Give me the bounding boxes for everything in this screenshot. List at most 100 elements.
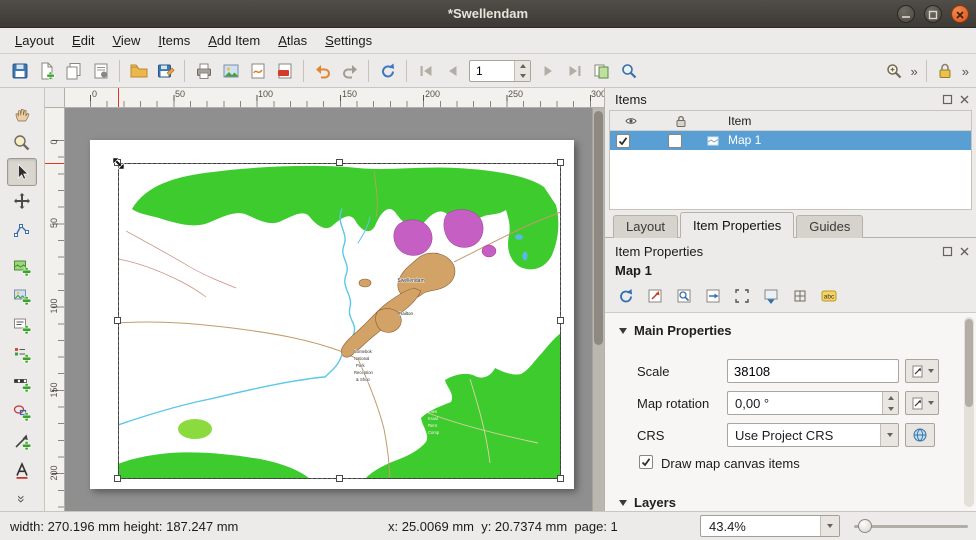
- scrollbar-thumb[interactable]: [594, 111, 603, 345]
- refresh-preview-button[interactable]: [613, 284, 639, 307]
- tab-layout[interactable]: Layout: [613, 215, 678, 238]
- scrollbar-thumb[interactable]: [965, 319, 973, 407]
- atlas-last-button[interactable]: [561, 57, 588, 84]
- extent-corners-button[interactable]: [729, 284, 755, 307]
- resize-handle-n[interactable]: [336, 159, 343, 166]
- atlas-first-button[interactable]: [412, 57, 439, 84]
- rotation-spin-buttons[interactable]: [882, 392, 898, 414]
- move-content-tool[interactable]: [7, 187, 37, 215]
- pan-tool[interactable]: [7, 100, 37, 128]
- open-layout-button[interactable]: [125, 57, 152, 84]
- refresh-view-button[interactable]: [374, 57, 401, 84]
- map-item[interactable]: Swellendam Railton Bontebok National Par…: [118, 163, 561, 479]
- resize-handle-ne[interactable]: [557, 159, 564, 166]
- left-toolbar-overflow-chevron[interactable]: »: [14, 495, 30, 503]
- atlas-page-input[interactable]: [470, 61, 514, 81]
- export-pdf-button[interactable]: [271, 57, 298, 84]
- add-html-frame-tool[interactable]: [7, 456, 37, 484]
- duplicate-layout-button[interactable]: [60, 57, 87, 84]
- set-scale-to-canvas-button[interactable]: [700, 284, 726, 307]
- set-extent-to-canvas-button[interactable]: [642, 284, 668, 307]
- view-extent-in-canvas-button[interactable]: [671, 284, 697, 307]
- export-svg-button[interactable]: [244, 57, 271, 84]
- labeling-settings-button[interactable]: abc: [816, 284, 842, 307]
- properties-panel-close-button[interactable]: [958, 245, 971, 258]
- atlas-page-spin[interactable]: [514, 61, 530, 81]
- rotation-data-defined-button[interactable]: [905, 391, 939, 415]
- lock-layers-button[interactable]: [932, 58, 959, 85]
- scale-input[interactable]: [728, 360, 898, 382]
- resize-handle-sw[interactable]: [114, 475, 121, 482]
- minimize-button[interactable]: [897, 5, 915, 23]
- add-legend-tool[interactable]: [7, 340, 37, 368]
- menu-view[interactable]: View: [103, 29, 149, 52]
- atlas-next-button[interactable]: [534, 57, 561, 84]
- zoom-dropdown-button[interactable]: [820, 516, 839, 536]
- zoom-in-button[interactable]: [881, 58, 908, 85]
- save-as-button[interactable]: [152, 57, 179, 84]
- new-layout-button[interactable]: [33, 57, 60, 84]
- items-panel-float-button[interactable]: [941, 93, 954, 106]
- crs-combobox[interactable]: Use Project CRS: [727, 423, 899, 447]
- scale-field[interactable]: [727, 359, 899, 383]
- zoom-slider[interactable]: [854, 525, 968, 528]
- menu-edit[interactable]: Edit: [63, 29, 103, 52]
- add-arrow-tool[interactable]: [7, 427, 37, 455]
- zoom-slider-handle[interactable]: [858, 519, 872, 533]
- canvas-vertical-scrollbar[interactable]: [592, 108, 604, 511]
- properties-scrollbar[interactable]: [964, 317, 974, 507]
- atlas-preview-button[interactable]: [615, 57, 642, 84]
- resize-handle-w[interactable]: [114, 317, 121, 324]
- panels-overflow-chevron[interactable]: »: [959, 64, 972, 79]
- resize-handle-s[interactable]: [336, 475, 343, 482]
- layout-manager-button[interactable]: [87, 57, 114, 84]
- layers-section-header[interactable]: Layers: [619, 495, 676, 510]
- items-panel-close-button[interactable]: [958, 93, 971, 106]
- add-map-tool[interactable]: [7, 253, 37, 281]
- zoom-overflow-chevron[interactable]: »: [908, 64, 921, 79]
- layout-canvas[interactable]: Swellendam Railton Bontebok National Par…: [65, 108, 604, 511]
- save-project-button[interactable]: [6, 57, 33, 84]
- menu-atlas[interactable]: Atlas: [269, 29, 316, 52]
- add-label-tool[interactable]: [7, 311, 37, 339]
- zoom-tool[interactable]: [7, 129, 37, 157]
- grid-settings-button[interactable]: [787, 284, 813, 307]
- zoom-tool-icon: [12, 133, 32, 153]
- add-image-tool[interactable]: [7, 282, 37, 310]
- scale-data-defined-button[interactable]: [905, 359, 939, 383]
- farm-label-line: Rent: [428, 423, 438, 428]
- close-button[interactable]: [951, 5, 969, 23]
- crs-dropdown-button[interactable]: [880, 424, 898, 446]
- zoom-level-combobox[interactable]: 43.4%: [700, 515, 840, 537]
- main-properties-section-header[interactable]: Main Properties: [619, 323, 732, 338]
- redo-button[interactable]: [336, 57, 363, 84]
- export-image-button[interactable]: [217, 57, 244, 84]
- resize-handle-e[interactable]: [557, 317, 564, 324]
- atlas-previous-button[interactable]: [439, 57, 466, 84]
- atlas-settings-button[interactable]: [588, 57, 615, 84]
- item-lock-checkbox[interactable]: [668, 134, 682, 148]
- menu-add-item[interactable]: Add Item: [199, 29, 269, 52]
- add-scalebar-tool[interactable]: [7, 369, 37, 397]
- add-shape-tool[interactable]: [7, 398, 37, 426]
- resize-handle-se[interactable]: [557, 475, 564, 482]
- undo-button[interactable]: [309, 57, 336, 84]
- select-crs-button[interactable]: [905, 423, 935, 447]
- item-row-map1[interactable]: Map 1: [610, 131, 971, 150]
- print-button[interactable]: [190, 57, 217, 84]
- menu-items[interactable]: Items: [149, 29, 199, 52]
- tab-guides[interactable]: Guides: [796, 215, 863, 238]
- atlas-preview-icon: [619, 61, 639, 81]
- rotation-spinbox[interactable]: 0,00 °: [727, 391, 899, 415]
- menu-layout[interactable]: Layout: [6, 29, 63, 52]
- interactive-extent-button[interactable]: [758, 284, 784, 307]
- properties-panel-float-button[interactable]: [941, 245, 954, 258]
- menu-settings[interactable]: Settings: [316, 29, 381, 52]
- edit-nodes-tool[interactable]: [7, 216, 37, 244]
- atlas-page-field[interactable]: [469, 60, 531, 82]
- select-move-item-tool[interactable]: [7, 158, 37, 186]
- maximize-button[interactable]: [924, 5, 942, 23]
- tab-item-properties[interactable]: Item Properties: [680, 212, 794, 238]
- draw-canvas-items-checkbox[interactable]: [639, 455, 653, 469]
- item-visibility-checkbox[interactable]: [616, 134, 630, 148]
